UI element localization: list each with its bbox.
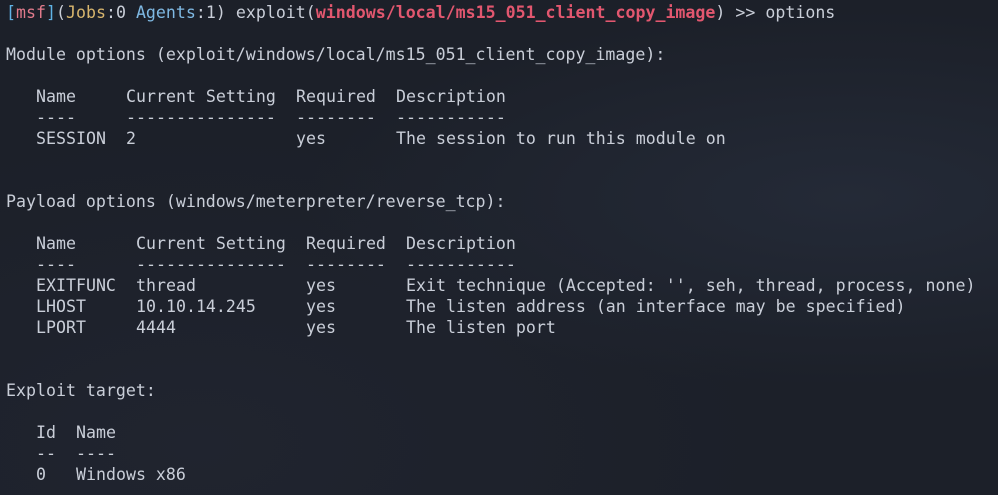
payload-row-lport-setting: 4444 <box>136 318 176 337</box>
payload-row-lport-required: yes <box>306 318 336 337</box>
payload-header-name: Name <box>36 234 76 253</box>
payload-header-setting: Current Setting <box>136 234 286 253</box>
prompt-msf: msf <box>16 3 46 22</box>
payload-row-lhost-required: yes <box>306 297 336 316</box>
payload-row-exitfunc-description: Exit technique (Accepted: '', seh, threa… <box>406 276 976 295</box>
target-header-id: Id <box>36 423 56 442</box>
target-row-id: 0 <box>36 465 46 484</box>
module-header-name: Name <box>36 87 76 106</box>
payload-options-title: Payload options (windows/meterpreter/rev… <box>6 192 506 211</box>
prompt-close-bracket: ] <box>45 3 56 22</box>
payload-row-lhost-description: The listen address (an interface may be … <box>406 297 906 316</box>
module-options-title: Module options (exploit/windows/local/ms… <box>6 45 666 64</box>
prompt-arrows: >> <box>735 3 756 22</box>
prompt-jobs-value: :0 <box>105 3 136 22</box>
target-underline-name: ---- <box>76 444 116 463</box>
prompt-agents-label: Agents <box>135 3 196 22</box>
prompt-open-bracket: [ <box>6 3 16 22</box>
module-underline-name: ---- <box>36 108 76 127</box>
module-row-setting: 2 <box>126 129 136 148</box>
prompt-command[interactable]: options <box>755 3 835 22</box>
target-row-name: Windows x86 <box>76 465 186 484</box>
payload-row-exitfunc-setting: thread <box>136 276 196 295</box>
payload-row-lport-name: LPORT <box>36 318 86 337</box>
prompt-agents-value: :1) exploit( <box>195 3 316 22</box>
target-underline-id: -- <box>36 444 56 463</box>
payload-row-lhost-setting: 10.10.14.245 <box>136 297 256 316</box>
module-underline-description: ----------- <box>396 108 506 127</box>
module-underline-required: -------- <box>296 108 376 127</box>
module-underline-setting: --------------- <box>126 108 276 127</box>
module-header-setting: Current Setting <box>126 87 276 106</box>
payload-underline-description: ----------- <box>406 255 516 274</box>
payload-row-exitfunc-name: EXITFUNC <box>36 276 116 295</box>
module-header-required: Required <box>296 87 376 106</box>
payload-row-lport-description: The listen port <box>406 318 556 337</box>
prompt-line: [msf](Jobs:0 Agents:1) exploit(windows/l… <box>6 2 835 23</box>
module-row-name: SESSION <box>36 129 106 148</box>
module-header-description: Description <box>396 87 506 106</box>
prompt-module: windows/local/ms15_051_client_copy_image <box>315 3 716 22</box>
target-header-name: Name <box>76 423 116 442</box>
payload-row-exitfunc-required: yes <box>306 276 336 295</box>
terminal-window[interactable]: [msf](Jobs:0 Agents:1) exploit(windows/l… <box>0 0 998 495</box>
prompt-close-paren: ) <box>715 3 736 22</box>
prompt-open-paren: ( <box>55 3 66 22</box>
payload-header-description: Description <box>406 234 516 253</box>
payload-header-required: Required <box>306 234 386 253</box>
payload-underline-required: -------- <box>306 255 386 274</box>
payload-underline-setting: --------------- <box>136 255 286 274</box>
prompt-jobs-label: Jobs <box>65 3 106 22</box>
module-row-required: yes <box>296 129 326 148</box>
exploit-target-title: Exploit target: <box>6 381 156 400</box>
payload-row-lhost-name: LHOST <box>36 297 86 316</box>
module-row-description: The session to run this module on <box>396 129 726 148</box>
payload-underline-name: ---- <box>36 255 76 274</box>
